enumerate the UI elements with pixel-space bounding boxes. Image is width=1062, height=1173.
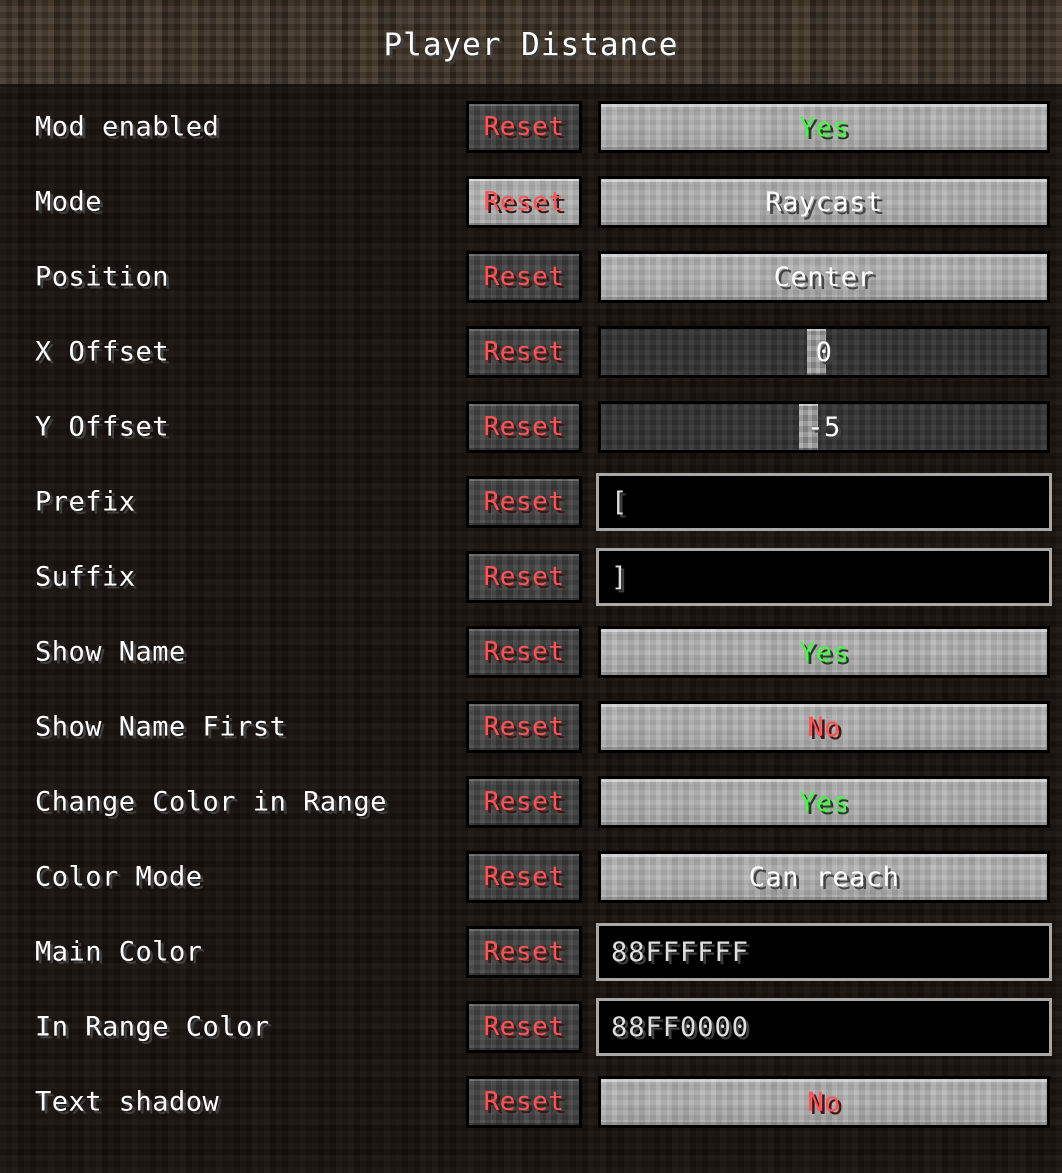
settings-row: X Offset Reset 0 (0, 314, 1062, 389)
settings-row: Suffix Reset] (0, 539, 1062, 614)
setting-label: X Offset (35, 336, 170, 367)
reset-button[interactable]: Reset (466, 626, 582, 678)
setting-label: Mod enabled (35, 111, 220, 142)
reset-button[interactable]: Reset (466, 551, 582, 603)
value-cycle-button[interactable]: Yes (598, 776, 1050, 828)
setting-label: Show Name (35, 636, 186, 667)
reset-button-label: Reset (483, 637, 565, 667)
reset-button-label: Reset (483, 337, 565, 367)
reset-button[interactable]: Reset (466, 1001, 582, 1053)
reset-button[interactable]: Reset (466, 401, 582, 453)
value-label: No (807, 711, 841, 743)
settings-row: Change Color in Range Reset Yes (0, 764, 1062, 839)
page-title: Player Distance (383, 27, 679, 63)
reset-button-label: Reset (483, 187, 565, 217)
value-cycle-button[interactable]: Can reach (598, 851, 1050, 903)
value-label: Raycast (765, 186, 883, 218)
setting-label: Main Color (35, 936, 203, 967)
reset-button-label: Reset (483, 1012, 565, 1042)
value-cycle-button[interactable]: Raycast (598, 176, 1050, 228)
reset-button-label: Reset (483, 787, 565, 817)
setting-label: Show Name First (35, 711, 287, 742)
settings-list: Mod enabled Reset Yes Mode Reset Raycast Posit… (0, 84, 1062, 1173)
text-input[interactable]: 88FF0000 (596, 998, 1052, 1056)
reset-button[interactable]: Reset (466, 476, 582, 528)
settings-row: Mode Reset Raycast (0, 164, 1062, 239)
value-cycle-button[interactable]: Yes (598, 101, 1050, 153)
reset-button[interactable]: Reset (466, 251, 582, 303)
setting-label: Text shadow (35, 1086, 220, 1117)
settings-row: Main Color Reset 88FFFFFF (0, 914, 1062, 989)
settings-row: Prefix Reset [ (0, 464, 1062, 539)
reset-button-label: Reset (483, 487, 565, 517)
reset-button-label: Reset (483, 862, 565, 892)
reset-button-label: Reset (483, 712, 565, 742)
setting-label: Mode (35, 186, 103, 217)
reset-button[interactable]: Reset (466, 1076, 582, 1128)
value-label: Can reach (748, 861, 900, 893)
reset-button[interactable]: Reset (466, 101, 582, 153)
value-cycle-button[interactable]: No (598, 1076, 1050, 1128)
value-slider[interactable]: 0 (598, 326, 1050, 378)
settings-row: Y Offset Reset -5 (0, 389, 1062, 464)
settings-row: Mod enabled Reset Yes (0, 89, 1062, 164)
reset-button-label: Reset (483, 562, 565, 592)
text-input-value: [ (611, 486, 629, 518)
setting-label: Y Offset (35, 411, 170, 442)
slider-handle[interactable] (799, 404, 819, 450)
setting-label: Prefix (35, 486, 136, 517)
value-label: Yes (798, 786, 850, 818)
value-cycle-button[interactable]: Yes (598, 626, 1050, 678)
reset-button[interactable]: Reset (466, 326, 582, 378)
value-label: Yes (798, 111, 850, 143)
settings-row: Show Name First Reset No (0, 689, 1062, 764)
value-slider[interactable]: -5 (598, 401, 1050, 453)
reset-button[interactable]: Reset (466, 176, 582, 228)
text-input-value: 88FF0000 (611, 1011, 750, 1043)
title-bar: Player Distance (0, 0, 1062, 84)
reset-button-label: Reset (483, 262, 565, 292)
value-label: Yes (798, 636, 850, 668)
reset-button[interactable]: Reset (466, 851, 582, 903)
settings-row: Color Mode Reset Can reach (0, 839, 1062, 914)
reset-button-label: Reset (483, 412, 565, 442)
text-input[interactable]: [ (596, 473, 1052, 531)
value-label: No (807, 1086, 841, 1118)
text-input-value: ] (611, 561, 629, 593)
reset-button[interactable]: Reset (466, 701, 582, 753)
reset-button-label: Reset (483, 937, 565, 967)
text-input[interactable]: 88FFFFFF (596, 923, 1052, 981)
settings-row: Show Name Reset Yes (0, 614, 1062, 689)
settings-row: In Range Color Reset 88FF0000 (0, 989, 1062, 1064)
setting-label: Color Mode (35, 861, 203, 892)
settings-row: Position Reset Center (0, 239, 1062, 314)
reset-button-label: Reset (483, 112, 565, 142)
setting-label: In Range Color (35, 1011, 270, 1042)
value-cycle-button[interactable]: Center (598, 251, 1050, 303)
setting-label: Suffix (35, 561, 136, 592)
reset-button-label: Reset (483, 1087, 565, 1117)
slider-handle[interactable] (806, 329, 826, 375)
slider-track (601, 404, 1047, 450)
setting-label: Position (35, 261, 170, 292)
reset-button[interactable]: Reset (466, 926, 582, 978)
settings-row: Text shadow Reset No (0, 1064, 1062, 1139)
setting-label: Change Color in Range (35, 786, 387, 817)
value-cycle-button[interactable]: No (598, 701, 1050, 753)
text-input[interactable]: ] (596, 548, 1052, 606)
text-input-value: 88FFFFFF (611, 936, 750, 968)
reset-button[interactable]: Reset (466, 776, 582, 828)
value-label: Center (773, 261, 875, 293)
